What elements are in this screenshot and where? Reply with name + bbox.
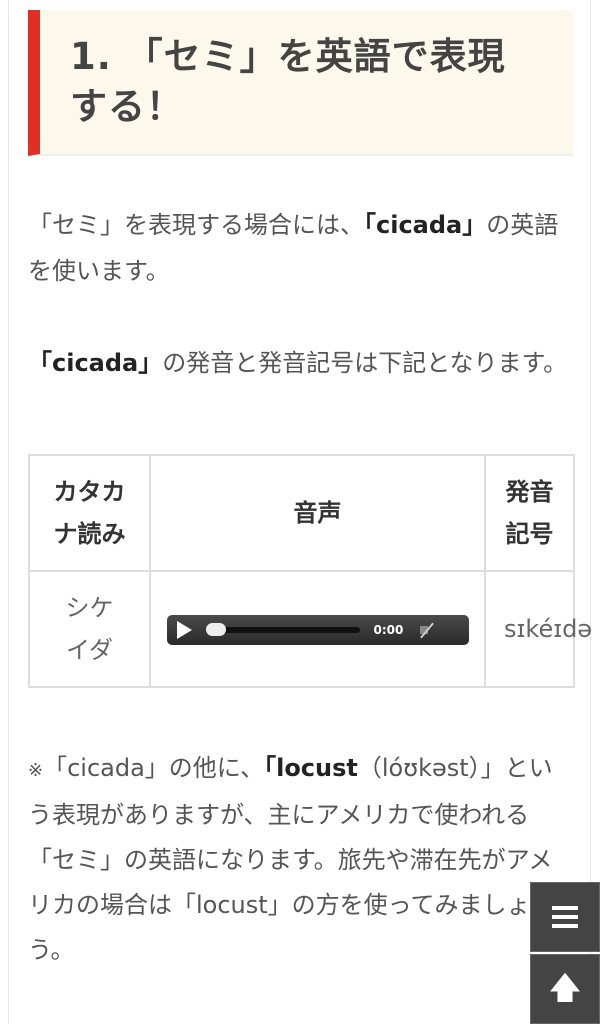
cell-ipa: sɪkéɪdə xyxy=(484,570,592,688)
intro-text-before: 「セミ」を表現する場合には、 xyxy=(28,211,364,239)
seek-knob[interactable] xyxy=(205,623,226,636)
audio-seek-bar[interactable] xyxy=(205,623,360,636)
cell-katakana: シケイダ xyxy=(28,570,151,688)
note-text-before: 「cicada」の他に、 xyxy=(43,754,265,782)
play-icon[interactable] xyxy=(176,621,192,639)
page-border-left xyxy=(8,0,9,1024)
page-border-right xyxy=(590,0,591,1024)
scroll-to-top-button[interactable]: 🡅 xyxy=(530,954,600,1024)
note-term: 「locust xyxy=(264,754,358,782)
table-header-row: カタカナ読み 音声 発音記号 xyxy=(28,454,575,572)
audio-time: 0:00 xyxy=(373,623,404,637)
intro-term: 「cicada」 xyxy=(364,211,487,239)
header-audio: 音声 xyxy=(149,454,486,572)
note-mark: ※ xyxy=(28,760,44,781)
section-title: 1. 「セミ」を英語で表現 する！ xyxy=(70,32,557,132)
header-ipa: 発音記号 xyxy=(484,454,575,572)
section-title-line2: する！ xyxy=(70,85,184,128)
note-text-after: という表現がありますが、主にアメリカで使われる「セミ」の英語になります。旅先や滞… xyxy=(28,754,553,964)
pronunciation-intro-paragraph: 「cicada」の発音と発音記号は下記となります。 xyxy=(28,340,573,386)
note-paragraph: ※「cicada」の他に、「locust（lóʊkəst）」という表現があります… xyxy=(28,746,573,973)
mute-icon[interactable] xyxy=(419,622,435,639)
cell-audio: 0:00 xyxy=(149,570,486,688)
section-heading: 1. 「セミ」を英語で表現 する！ xyxy=(28,10,573,156)
section-title-line1: 1. 「セミ」を英語で表現 xyxy=(70,35,506,78)
header-katakana: カタカナ読み xyxy=(28,454,151,572)
pronunciation-text-after: の発音と発音記号は下記となります。 xyxy=(162,349,568,377)
menu-button[interactable] xyxy=(530,882,600,952)
hamburger-menu-icon xyxy=(552,906,578,928)
intro-paragraph: 「セミ」を表現する場合には、「cicada」の英語を使います。 xyxy=(28,202,573,294)
audio-player[interactable]: 0:00 xyxy=(166,615,469,645)
pronunciation-table: カタカナ読み 音声 発音記号 シケイダ 0:00 sɪkéɪdə xyxy=(28,454,592,688)
note-ipa: （lóʊkəst）」 xyxy=(357,754,505,782)
table-row: シケイダ 0:00 sɪkéɪdə xyxy=(28,570,592,688)
arrow-up-icon: 🡅 xyxy=(549,971,581,1006)
article-content: 1. 「セミ」を英語で表現 する！ 「セミ」を表現する場合には、「cicada」の… xyxy=(28,10,592,973)
article-page: 1. 「セミ」を英語で表現 する！ 「セミ」を表現する場合には、「cicada」の… xyxy=(0,0,600,1024)
pronunciation-term: 「cicada」 xyxy=(28,349,163,377)
